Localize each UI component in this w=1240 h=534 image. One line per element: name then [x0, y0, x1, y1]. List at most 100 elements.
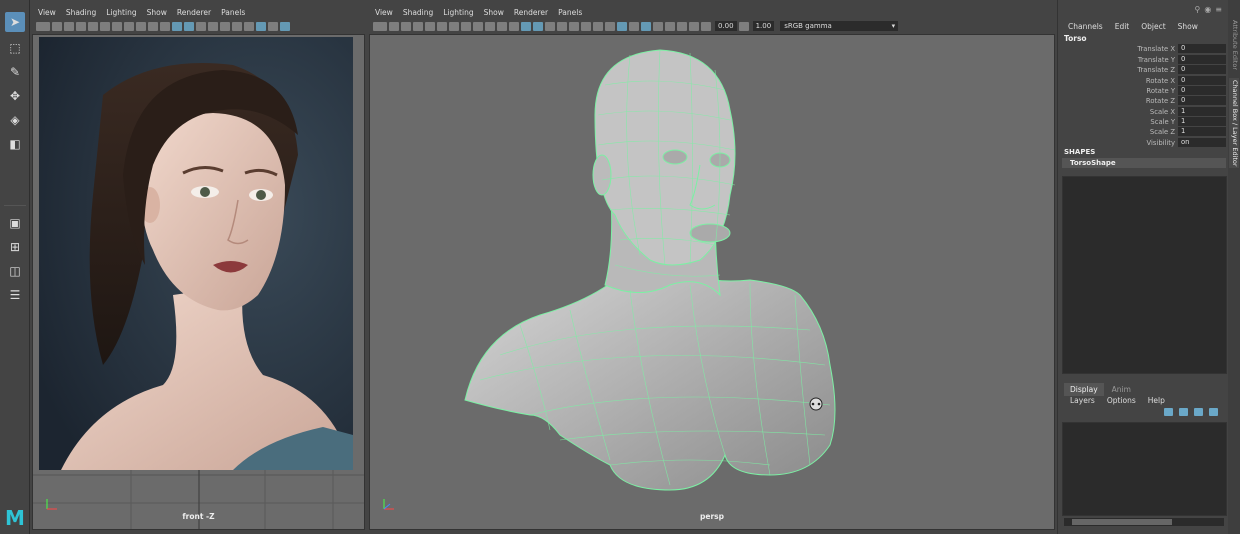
tab-attribute-editor[interactable]: Attribute Editor — [1229, 20, 1239, 70]
menu-panels[interactable]: Panels — [558, 8, 582, 17]
menu-help[interactable]: Help — [1148, 396, 1165, 405]
attr-value-field[interactable]: on — [1178, 138, 1226, 147]
safe-title-icon[interactable] — [160, 21, 170, 31]
tab-channel-box-layer-editor[interactable]: Channel Box / Layer Editor — [1229, 78, 1239, 168]
film-gate-icon[interactable] — [100, 21, 110, 31]
attr-value-field[interactable]: 0 — [1178, 55, 1226, 64]
gate-mask-icon[interactable] — [461, 21, 471, 31]
exposure-field[interactable]: 0.00 — [715, 21, 737, 31]
color-space-dropdown[interactable]: sRGB gamma ▾ — [780, 21, 899, 31]
menu-show[interactable]: Show — [1178, 22, 1198, 31]
wireframe-on-shaded-icon[interactable] — [196, 21, 206, 31]
shadows-icon[interactable] — [232, 21, 242, 31]
attr-value-field[interactable]: 0 — [1178, 65, 1226, 74]
move-layer-down-icon[interactable] — [1179, 408, 1188, 416]
menu-panels[interactable]: Panels — [221, 8, 245, 17]
wireframe-on-shaded-icon[interactable] — [533, 21, 543, 31]
two-pane-layout-icon[interactable]: ◫ — [5, 261, 25, 281]
ao-icon[interactable] — [244, 21, 254, 31]
smooth-shade-icon[interactable] — [184, 21, 194, 31]
menu-renderer[interactable]: Renderer — [514, 8, 548, 17]
grid-icon[interactable] — [88, 21, 98, 31]
motion-blur-icon[interactable] — [593, 21, 603, 31]
menu-view[interactable]: View — [38, 8, 56, 17]
gamma-field[interactable]: 1.00 — [752, 21, 775, 31]
menu-object[interactable]: Object — [1141, 22, 1165, 31]
lights-icon[interactable] — [220, 21, 230, 31]
bookmark-icon[interactable] — [64, 21, 74, 31]
attr-value-field[interactable]: 0 — [1178, 44, 1226, 53]
select-tool-icon[interactable]: ➤ — [5, 12, 25, 32]
antialias-icon[interactable] — [605, 21, 615, 31]
resolution-gate-icon[interactable] — [449, 21, 459, 31]
attr-value-field[interactable]: 1 — [1178, 127, 1226, 136]
move-tool-icon[interactable]: ✥ — [5, 86, 25, 106]
image-plane-icon[interactable] — [413, 21, 423, 31]
move-layer-up-icon[interactable] — [1164, 408, 1173, 416]
rotate-tool-icon[interactable]: ◈ — [5, 110, 25, 130]
attr-value-field[interactable]: 0 — [1178, 76, 1226, 85]
lasso-tool-icon[interactable]: ⬚ — [5, 38, 25, 58]
wireframe-icon[interactable] — [509, 21, 519, 31]
persp-viewport[interactable]: persp — [369, 34, 1055, 530]
isolate-select-icon[interactable] — [617, 21, 627, 31]
four-pane-layout-icon[interactable]: ⊞ — [5, 237, 25, 257]
menu-show[interactable]: Show — [484, 8, 504, 17]
attr-value-field[interactable]: 0 — [1178, 86, 1226, 95]
field-chart-icon[interactable] — [473, 21, 483, 31]
camera-attr-icon[interactable] — [389, 21, 399, 31]
new-layer-icon[interactable] — [1194, 408, 1203, 416]
camera-icon[interactable] — [373, 21, 387, 31]
menu-renderer[interactable]: Renderer — [177, 8, 211, 17]
field-chart-icon[interactable] — [136, 21, 146, 31]
camera-icon[interactable] — [36, 21, 50, 31]
menu-layers[interactable]: Layers — [1070, 396, 1095, 405]
textured-icon[interactable] — [545, 21, 555, 31]
scrollbar-thumb[interactable] — [1072, 519, 1172, 525]
lights-icon[interactable] — [557, 21, 567, 31]
single-pane-layout-icon[interactable]: ▣ — [5, 213, 25, 233]
outliner-layout-icon[interactable]: ☰ — [5, 285, 25, 305]
safe-title-icon[interactable] — [497, 21, 507, 31]
pin-icon[interactable]: ⚲ — [1194, 5, 1200, 14]
textured-icon[interactable] — [208, 21, 218, 31]
xray-icon[interactable] — [268, 21, 278, 31]
layer-horizontal-scrollbar[interactable] — [1064, 518, 1224, 526]
layer-list-area[interactable] — [1062, 422, 1227, 516]
shadows-icon[interactable] — [569, 21, 579, 31]
safe-action-icon[interactable] — [485, 21, 495, 31]
wireframe-icon[interactable] — [172, 21, 182, 31]
front-viewport[interactable]: front -Z — [32, 34, 365, 530]
camera-attr-icon[interactable] — [52, 21, 62, 31]
xray-joints-icon[interactable] — [641, 21, 651, 31]
smooth-shade-icon[interactable] — [521, 21, 531, 31]
torso-mesh[interactable] — [370, 35, 1055, 530]
menu-options[interactable]: Options — [1107, 396, 1136, 405]
menu-shading[interactable]: Shading — [403, 8, 433, 17]
exposure-icon[interactable] — [665, 21, 675, 31]
xray-icon[interactable] — [629, 21, 639, 31]
attr-value-field[interactable]: 1 — [1178, 107, 1226, 116]
attr-value-field[interactable]: 0 — [1178, 96, 1226, 105]
resolution-gate-icon[interactable] — [112, 21, 122, 31]
tab-anim[interactable]: Anim — [1106, 383, 1137, 396]
view-transform-icon[interactable] — [689, 21, 699, 31]
ao-icon[interactable] — [581, 21, 591, 31]
new-layer-selected-icon[interactable] — [1209, 408, 1218, 416]
shape-node-row[interactable]: TorsoShape — [1062, 158, 1226, 168]
menu-lighting[interactable]: Lighting — [443, 8, 473, 17]
film-gate-icon[interactable] — [437, 21, 447, 31]
menu-edit[interactable]: Edit — [1115, 22, 1130, 31]
bookmark-icon[interactable] — [401, 21, 411, 31]
image-plane-icon[interactable] — [76, 21, 86, 31]
isolate-select-icon[interactable] — [256, 21, 266, 31]
menu-view[interactable]: View — [375, 8, 393, 17]
scale-tool-icon[interactable]: ◧ — [5, 134, 25, 154]
paint-select-icon[interactable]: ✎ — [5, 62, 25, 82]
menu-shading[interactable]: Shading — [66, 8, 96, 17]
xray-active-icon[interactable] — [653, 21, 663, 31]
safe-action-icon[interactable] — [148, 21, 158, 31]
gamma-toggle-icon[interactable] — [738, 21, 749, 31]
attr-value-field[interactable]: 1 — [1178, 117, 1226, 126]
list-icon[interactable]: ≡ — [1215, 5, 1222, 14]
